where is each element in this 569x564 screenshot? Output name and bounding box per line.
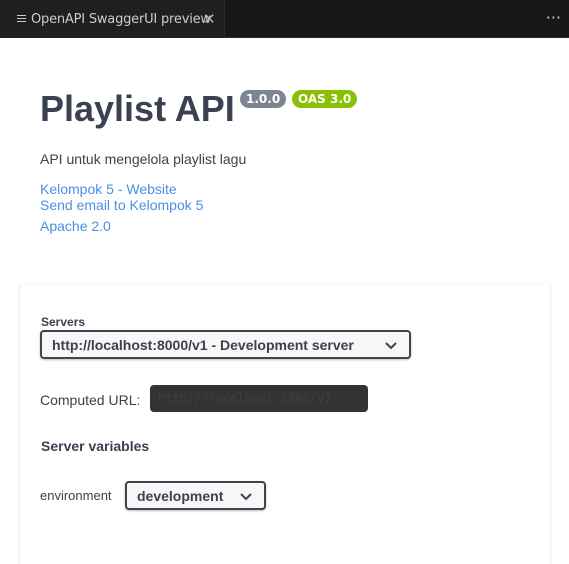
server-select[interactable]: http://localhost:8000/v1 - Development s… — [40, 330, 411, 359]
environment-select-value: development — [137, 488, 224, 504]
chevron-down-icon — [385, 342, 397, 350]
preview-lines-icon — [17, 15, 26, 24]
email-link[interactable]: Send email to Kelompok 5 — [40, 197, 203, 213]
environment-select[interactable]: development — [125, 481, 266, 510]
close-icon[interactable]: ✕ — [203, 10, 216, 28]
editor-tab-bar: OpenAPI SwaggerUI preview ✕ ··· — [0, 0, 569, 38]
scheme-container — [20, 284, 550, 564]
server-select-value: http://localhost:8000/v1 - Development s… — [52, 337, 354, 353]
api-description: API untuk mengelola playlist lagu — [40, 151, 247, 167]
license-link[interactable]: Apache 2.0 — [40, 218, 111, 234]
server-variables-heading: Server variables — [41, 438, 150, 454]
tab-swagger-preview[interactable]: OpenAPI SwaggerUI preview ✕ — [0, 0, 225, 38]
version-badge: 1.0.0 — [240, 90, 287, 108]
website-link[interactable]: Kelompok 5 - Website — [40, 181, 177, 197]
api-title: Playlist API — [40, 88, 235, 129]
computed-url-label: Computed URL: — [40, 392, 141, 408]
oas-badge: OAS 3.0 — [292, 90, 358, 108]
tab-title: OpenAPI SwaggerUI preview — [31, 12, 211, 27]
servers-label: Servers — [41, 315, 86, 329]
computed-url-value: http://localhost:8000/v1 — [150, 385, 368, 412]
more-actions-icon[interactable]: ··· — [546, 8, 561, 27]
chevron-down-icon — [240, 493, 252, 501]
environment-label: environment — [40, 488, 112, 503]
